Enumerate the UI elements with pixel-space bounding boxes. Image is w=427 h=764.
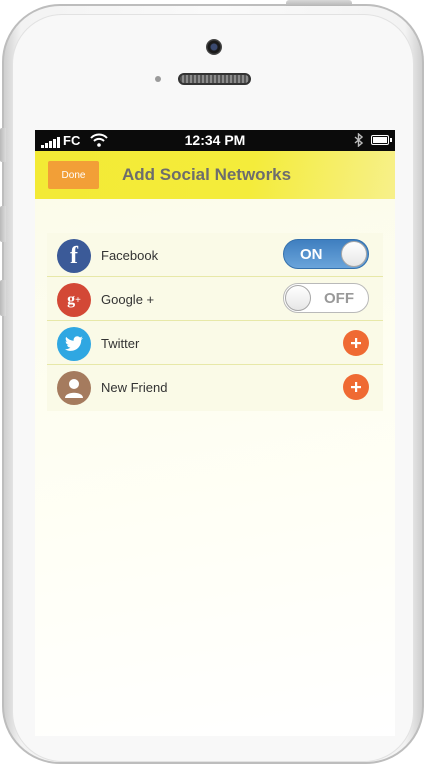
screen: FC 12:34 PM Done Add Social Networks f F… xyxy=(35,130,395,736)
list-item-google-plus: g + Google + OFF xyxy=(47,277,383,321)
toggle-knob xyxy=(285,285,311,311)
add-new-friend-button[interactable] xyxy=(343,374,369,400)
google-plus-icon: g + xyxy=(57,283,91,317)
mute-switch xyxy=(0,128,6,162)
list-item-label: Twitter xyxy=(101,336,140,351)
page-title: Add Social Networks xyxy=(122,165,292,184)
toggle-state-label: ON xyxy=(300,246,323,263)
plus-icon xyxy=(351,382,361,392)
volume-up-button xyxy=(0,206,6,242)
facebook-toggle[interactable]: ON xyxy=(283,239,369,269)
earpiece-speaker xyxy=(178,73,251,85)
list-item-facebook: f Facebook ON xyxy=(47,233,383,277)
toggle-state-label: OFF xyxy=(324,290,354,307)
volume-down-button xyxy=(0,280,6,316)
proximity-sensor xyxy=(155,76,161,82)
list-item-label: New Friend xyxy=(101,380,168,395)
list-item-label: Google + xyxy=(101,292,155,307)
social-network-list: f Facebook ON g + Google + OFF Twitter N… xyxy=(47,233,383,411)
bluetooth-icon xyxy=(354,133,363,147)
front-camera xyxy=(206,39,222,55)
list-item-label: Facebook xyxy=(101,248,159,263)
twitter-icon xyxy=(57,327,91,361)
facebook-icon: f xyxy=(57,239,91,273)
status-bar: FC 12:34 PM xyxy=(35,130,395,151)
toggle-knob xyxy=(341,241,367,267)
list-item-twitter: Twitter xyxy=(47,321,383,365)
power-button xyxy=(286,0,352,6)
battery-icon xyxy=(371,135,392,145)
navigation-bar: Done Add Social Networks xyxy=(35,151,395,199)
google-plus-toggle[interactable]: OFF xyxy=(283,283,369,313)
add-twitter-button[interactable] xyxy=(343,330,369,356)
status-time: 12:34 PM xyxy=(184,132,246,148)
plus-icon xyxy=(351,338,361,348)
person-icon xyxy=(57,371,91,405)
list-item-new-friend: New Friend xyxy=(47,365,383,409)
done-button[interactable]: Done xyxy=(48,161,99,189)
